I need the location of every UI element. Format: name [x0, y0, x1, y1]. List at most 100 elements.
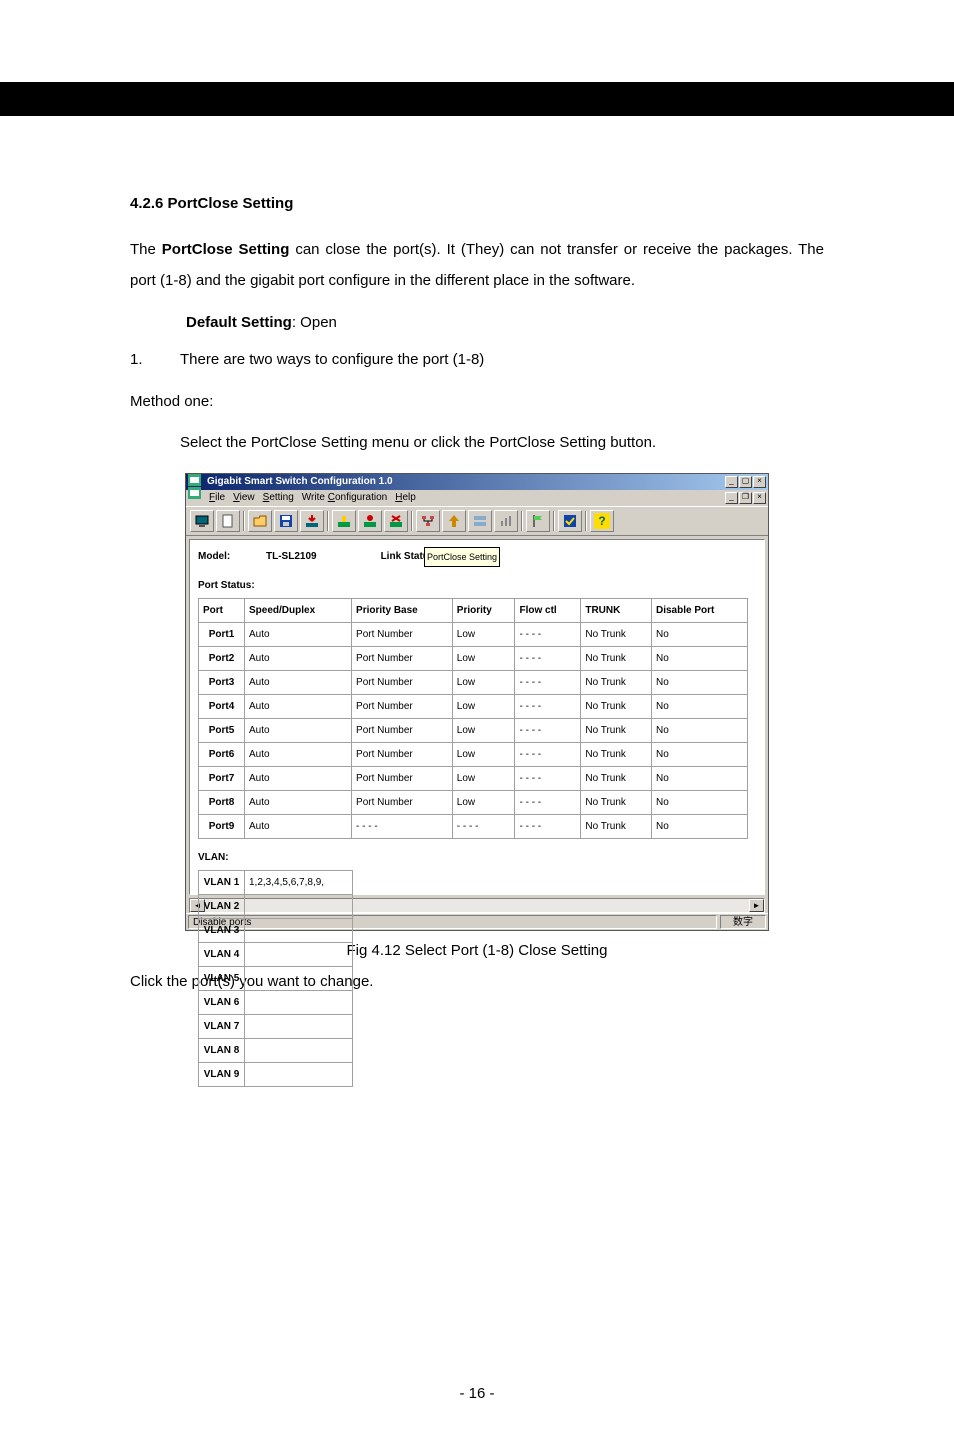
- col-priority: Priority: [452, 598, 515, 622]
- maximize-button[interactable]: ▢: [739, 476, 752, 488]
- cell-port: Port8: [199, 790, 245, 814]
- toolbar-btn-portclose-icon[interactable]: [384, 510, 408, 532]
- cell-port: Port1: [199, 622, 245, 646]
- table-row[interactable]: Port1AutoPort NumberLow- - - -No TrunkNo: [199, 622, 748, 646]
- toolbar-btn-help-icon[interactable]: ?: [590, 510, 614, 532]
- page-number: - 16 -: [130, 1378, 824, 1449]
- toolbar-btn-up-arrow-icon[interactable]: [442, 510, 466, 532]
- vlan-row[interactable]: VLAN 2: [199, 894, 353, 918]
- cell-disable: No: [651, 718, 747, 742]
- menu-view[interactable]: View: [233, 487, 255, 508]
- cell-priobase: Port Number: [352, 670, 453, 694]
- table-row[interactable]: Port8AutoPort NumberLow- - - -No TrunkNo: [199, 790, 748, 814]
- table-row[interactable]: Port6AutoPort NumberLow- - - -No TrunkNo: [199, 742, 748, 766]
- toolbar-btn-network-icon[interactable]: [416, 510, 440, 532]
- cell-priority: - - - -: [452, 814, 515, 838]
- vlan-name: VLAN 5: [199, 966, 245, 990]
- vlan-members: [245, 1038, 353, 1062]
- method-one-heading: Method one:: [130, 386, 824, 418]
- step-1-number: 1.: [130, 344, 180, 376]
- cell-speed: Auto: [245, 694, 352, 718]
- vlan-name: VLAN 7: [199, 1014, 245, 1038]
- vlan-members: [245, 966, 353, 990]
- cell-priority: Low: [452, 718, 515, 742]
- toolbar-btn-monitor-icon[interactable]: [190, 510, 214, 532]
- table-row[interactable]: Port7AutoPort NumberLow- - - -No TrunkNo: [199, 766, 748, 790]
- cell-priobase: Port Number: [352, 694, 453, 718]
- toolbar-separator-3: [411, 511, 413, 531]
- cell-trunk: No Trunk: [581, 646, 652, 670]
- intro-paragraph: The PortClose Setting can close the port…: [130, 234, 824, 297]
- toolbar-btn-priority-icon[interactable]: [358, 510, 382, 532]
- vlan-row[interactable]: VLAN 5: [199, 966, 353, 990]
- toolbar-separator: [243, 511, 245, 531]
- header-black-bar: [0, 82, 954, 116]
- minimize-button[interactable]: _: [725, 476, 738, 488]
- vlan-members: [245, 1062, 353, 1086]
- toolbar-btn-chart-icon[interactable]: [494, 510, 518, 532]
- table-row[interactable]: Port3AutoPort NumberLow- - - -No TrunkNo: [199, 670, 748, 694]
- vlan-row[interactable]: VLAN 8: [199, 1038, 353, 1062]
- toolbar-btn-save-icon[interactable]: [274, 510, 298, 532]
- close-button[interactable]: ×: [753, 476, 766, 488]
- toolbar-separator-2: [327, 511, 329, 531]
- table-row[interactable]: Port5AutoPort NumberLow- - - -No TrunkNo: [199, 718, 748, 742]
- mdi-minimize-button[interactable]: _: [725, 492, 738, 504]
- cell-trunk: No Trunk: [581, 790, 652, 814]
- toolbar-btn-open-icon[interactable]: [248, 510, 272, 532]
- vlan-name: VLAN 6: [199, 990, 245, 1014]
- select-line: Select the PortClose Setting menu or cli…: [180, 427, 824, 459]
- vlan-row[interactable]: VLAN 3: [199, 918, 353, 942]
- table-header-row: Port Speed/Duplex Priority Base Priority…: [199, 598, 748, 622]
- vlan-members: [245, 894, 353, 918]
- table-row[interactable]: Port2AutoPort NumberLow- - - -No TrunkNo: [199, 646, 748, 670]
- vlan-name: VLAN 9: [199, 1062, 245, 1086]
- menu-writeconfig[interactable]: Write Configuration: [302, 487, 387, 508]
- menu-file[interactable]: FFileile: [209, 487, 225, 508]
- cell-disable: No: [651, 790, 747, 814]
- vlan-row[interactable]: VLAN 4: [199, 942, 353, 966]
- col-disable: Disable Port: [651, 598, 747, 622]
- toolbar-btn-new-icon[interactable]: [216, 510, 240, 532]
- cell-speed: Auto: [245, 622, 352, 646]
- menu-setting[interactable]: Setting: [263, 487, 294, 508]
- cell-priority: Low: [452, 766, 515, 790]
- toolbar-btn-download-icon[interactable]: [300, 510, 324, 532]
- cell-flow: - - - -: [515, 718, 581, 742]
- menu-help[interactable]: Help: [395, 487, 416, 508]
- vlan-row[interactable]: VLAN 7: [199, 1014, 353, 1038]
- cell-priority: Low: [452, 790, 515, 814]
- table-row[interactable]: Port4AutoPort NumberLow- - - -No TrunkNo: [199, 694, 748, 718]
- vlan-row[interactable]: VLAN 6: [199, 990, 353, 1014]
- cell-speed: Auto: [245, 766, 352, 790]
- mdi-restore-button[interactable]: ❐: [739, 492, 752, 504]
- vlan-row[interactable]: VLAN 11,2,3,4,5,6,7,8,9,: [199, 870, 353, 894]
- col-speed: Speed/Duplex: [245, 598, 352, 622]
- scroll-right-arrow-icon[interactable]: ►: [749, 899, 764, 912]
- table-row[interactable]: Port9Auto- - - -- - - -- - - -No TrunkNo: [199, 814, 748, 838]
- toolbar-btn-speed-icon[interactable]: [332, 510, 356, 532]
- cell-trunk: No Trunk: [581, 622, 652, 646]
- col-trunk: TRUNK: [581, 598, 652, 622]
- mdi-close-button[interactable]: ×: [753, 492, 766, 504]
- cell-port: Port4: [199, 694, 245, 718]
- cell-priobase: Port Number: [352, 646, 453, 670]
- vlan-row[interactable]: VLAN 9: [199, 1062, 353, 1086]
- toolbar-btn-trunk-icon[interactable]: [468, 510, 492, 532]
- cell-flow: - - - -: [515, 670, 581, 694]
- model-value: TL-SL2109: [266, 546, 317, 567]
- content-area: Model: TL-SL2109 Link Status PortClose S…: [189, 539, 765, 895]
- toolbar-separator-5: [553, 511, 555, 531]
- cell-speed: Auto: [245, 742, 352, 766]
- cell-speed: Auto: [245, 670, 352, 694]
- toolbar-btn-flag-icon[interactable]: [526, 510, 550, 532]
- toolbar-separator-4: [521, 511, 523, 531]
- col-priobase: Priority Base: [352, 598, 453, 622]
- svg-text:?: ?: [598, 514, 605, 528]
- toolbar-btn-write-icon[interactable]: [558, 510, 582, 532]
- cell-disable: No: [651, 742, 747, 766]
- mdi-child-icon: [188, 487, 201, 499]
- step-1-row: 1. There are two ways to configure the p…: [130, 344, 824, 376]
- vlan-name: VLAN 1: [199, 870, 245, 894]
- port-status-table: Port Speed/Duplex Priority Base Priority…: [198, 598, 748, 839]
